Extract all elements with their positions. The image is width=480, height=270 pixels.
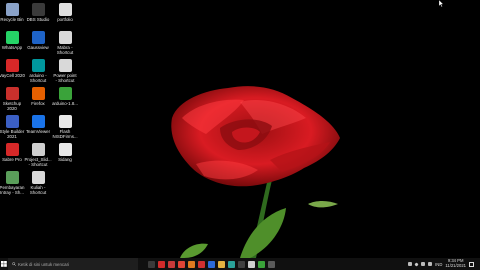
search-box[interactable]: Ketik di sini untuk mencari (8, 258, 138, 270)
windows-logo-icon (1, 261, 7, 267)
desktop-icon-label: Sidang (58, 157, 72, 162)
taskbar-app-orange-icon[interactable] (188, 260, 195, 268)
taskbar-app-red-2-icon[interactable] (168, 260, 175, 268)
file-icon (58, 115, 72, 128)
taskbar-task-view-icon[interactable] (148, 260, 155, 268)
desktop-icon-label: Power point - Shortcut (53, 73, 77, 83)
gaussview-icon (31, 31, 45, 44)
desktop-icon-label: Kuliah - Shortcut (29, 185, 47, 195)
file-icon (58, 87, 72, 100)
taskbar-app-blue-icon[interactable] (208, 260, 215, 268)
sketchup-icon (5, 87, 19, 100)
recycle-bin-icon (5, 3, 19, 16)
people-icon[interactable] (408, 262, 413, 266)
desktop-icon[interactable]: Mabra - Shortcut (50, 29, 80, 59)
search-placeholder: Ketik di sini untuk mencari (18, 261, 70, 267)
taskbar-app-dark-icon[interactable] (238, 260, 245, 268)
taskbar-app-teal-icon[interactable] (228, 260, 235, 268)
shortcut-icon (58, 59, 72, 72)
language-indicator[interactable]: IND (435, 262, 442, 267)
shortcut-icon (5, 171, 19, 184)
desktop-icon[interactable]: Sidang (50, 141, 80, 171)
desktop-icon[interactable]: Project_Slid... - Shortcut (23, 141, 53, 171)
desktop-icon[interactable]: arduino - Shortcut (23, 57, 53, 87)
desktop-icon[interactable]: Flash NISDFirms... (50, 113, 80, 143)
desktop: Recycle Bin DBS Studio portfolio WhatsApp Ga… (0, 0, 480, 258)
desktop-icon[interactable]: Firefox (23, 85, 53, 115)
file-icon (58, 3, 72, 16)
style-builder-icon (5, 115, 19, 128)
network-icon[interactable] (421, 262, 426, 266)
desktop-icon[interactable]: Gaussview (23, 29, 53, 59)
clock-date: 11/21/2021 (445, 263, 466, 268)
desktop-icon-label: Firefox (31, 101, 45, 106)
firefox-icon (31, 87, 45, 100)
dbs-studio-icon (31, 3, 45, 16)
desktop-icon[interactable]: arduino-1.8... (50, 85, 80, 115)
desktop-icon-label: Mabra - Shortcut (56, 45, 74, 55)
taskbar-explorer-icon[interactable] (218, 260, 225, 268)
taskbar-app-green-icon[interactable] (258, 260, 265, 268)
desktop-icon-label: TeamViewer (25, 129, 51, 134)
desktop-icon[interactable]: Kuliah - Shortcut (23, 169, 53, 199)
desktop-icon-label: Project_Slid... - Shortcut (24, 157, 52, 167)
desktop-icon-label: arduino-1.8... (52, 101, 78, 106)
desktop-icon[interactable]: DBS Studio (23, 1, 53, 31)
taskbar: Ketik di sini untuk mencari IND 9:34 PM … (0, 258, 480, 270)
start-button[interactable] (0, 258, 8, 270)
taskbar-app-white-icon[interactable] (248, 260, 255, 268)
desktop-icon-label: arduino - Shortcut (29, 73, 47, 83)
shortcut-icon (31, 143, 45, 156)
app-icon (5, 59, 19, 72)
mouse-cursor (439, 0, 444, 7)
search-icon (12, 262, 16, 266)
taskbar-app-gray-icon[interactable] (268, 260, 275, 268)
system-tray: IND 9:34 PM 11/21/2021 (408, 258, 474, 270)
desktop-icon[interactable]: Power point - Shortcut (50, 57, 80, 87)
shortcut-icon (31, 171, 45, 184)
teamviewer-icon (31, 115, 45, 128)
app-icon (5, 143, 19, 156)
desktop-icon-label: Flash NISDFirms... (52, 129, 78, 139)
notification-icon[interactable] (469, 261, 474, 267)
desktop-icon-label: DBS Studio (26, 17, 50, 22)
taskbar-app-red-1-icon[interactable] (158, 260, 165, 268)
chevron-up-icon[interactable] (414, 261, 419, 267)
file-icon (58, 143, 72, 156)
desktop-icon-label: portfolio (57, 17, 73, 22)
taskbar-app-red-3-icon[interactable] (198, 260, 205, 268)
desktop-icon[interactable]: TeamViewer (23, 113, 53, 143)
volume-icon[interactable] (428, 262, 433, 266)
desktop-icon-label: Gaussview (27, 45, 49, 50)
desktop-icon[interactable]: portfolio (50, 1, 80, 31)
taskbar-chrome-icon[interactable] (178, 260, 185, 268)
clock[interactable]: 9:34 PM 11/21/2021 (445, 259, 466, 268)
shortcut-icon (58, 31, 72, 44)
arduino-icon (31, 59, 45, 72)
whatsapp-icon (5, 31, 19, 44)
